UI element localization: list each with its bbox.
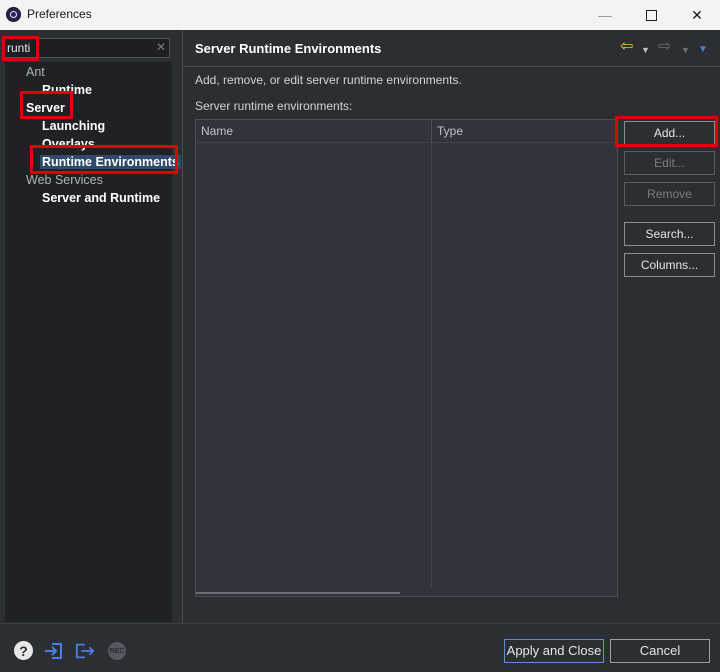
highlight-box-runtime-environments xyxy=(30,145,178,174)
eclipse-app-icon xyxy=(6,7,21,22)
tree-item-server-and-runtime[interactable]: Server and Runtime xyxy=(42,191,160,205)
runtime-environments-table[interactable]: Name Type xyxy=(195,119,618,597)
edit-button[interactable]: Edit... xyxy=(624,151,715,175)
close-button[interactable]: ✕ xyxy=(674,0,720,30)
highlight-box-add xyxy=(615,116,718,147)
remove-button[interactable]: Remove xyxy=(624,182,715,206)
tree-item-launching[interactable]: Launching xyxy=(42,119,105,133)
import-icon[interactable] xyxy=(44,641,64,661)
highlight-box-filter xyxy=(2,36,39,61)
export-icon-graphic xyxy=(75,643,95,659)
search-button[interactable]: Search... xyxy=(624,222,715,246)
back-history-dropdown-icon[interactable]: ▼ xyxy=(641,42,650,58)
apply-and-close-button[interactable]: Apply and Close xyxy=(504,639,604,663)
tree-item-web-services[interactable]: Web Services xyxy=(26,173,103,187)
minimize-button[interactable]: — xyxy=(582,0,628,30)
minimize-icon: — xyxy=(598,7,612,23)
page-header: Server Runtime Environments ⇦ ▼ ⇨ ▼ ▼ xyxy=(183,30,720,67)
import-icon-graphic xyxy=(45,643,62,659)
clear-filter-icon[interactable]: ✕ xyxy=(156,40,166,54)
view-menu-icon[interactable]: ▼ xyxy=(698,42,708,58)
table-horizontal-scrollbar[interactable] xyxy=(196,592,400,594)
cancel-button[interactable]: Cancel xyxy=(610,639,710,663)
dialog-footer: ? REC Apply and Close Cancel xyxy=(0,623,720,672)
close-icon: ✕ xyxy=(691,6,703,23)
preferences-navigation: ✕ Ant Runtime Server Launching Overlays … xyxy=(0,30,182,625)
page-title: Server Runtime Environments xyxy=(195,41,382,56)
window-title: Preferences xyxy=(27,7,92,21)
column-header-type[interactable]: Type xyxy=(432,120,617,142)
header-divider xyxy=(196,142,617,143)
back-arrow-icon[interactable]: ⇦ xyxy=(620,39,633,55)
export-icon[interactable] xyxy=(75,641,95,661)
highlight-box-server xyxy=(20,91,73,119)
columns-button[interactable]: Columns... xyxy=(624,253,715,277)
preference-page: Server Runtime Environments ⇦ ▼ ⇨ ▼ ▼ Ad… xyxy=(183,30,720,623)
column-header-name[interactable]: Name xyxy=(196,120,432,142)
forward-history-dropdown-icon[interactable]: ▼ xyxy=(681,42,690,58)
page-description: Add, remove, or edit server runtime envi… xyxy=(195,73,462,87)
maximize-icon xyxy=(645,9,657,21)
forward-arrow-icon[interactable]: ⇨ xyxy=(658,39,671,55)
runtime-list-label: Server runtime environments: xyxy=(195,99,353,113)
column-divider xyxy=(431,142,432,588)
maximize-button[interactable] xyxy=(628,0,674,30)
title-bar: Preferences — ✕ xyxy=(0,0,720,30)
record-macro-icon[interactable]: REC xyxy=(108,642,126,660)
tree-item-ant[interactable]: Ant xyxy=(26,65,45,79)
help-icon[interactable]: ? xyxy=(14,641,33,660)
